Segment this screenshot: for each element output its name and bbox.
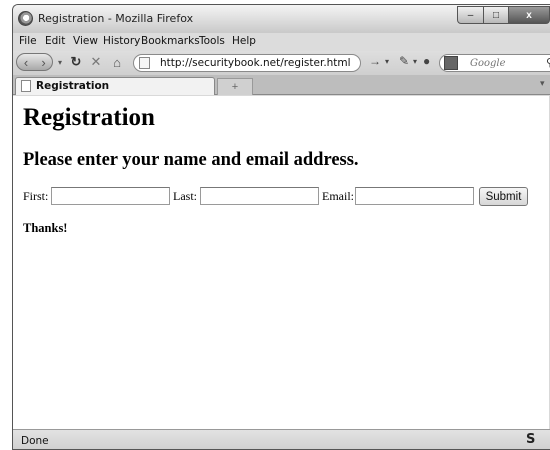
last-name-field[interactable]	[200, 187, 319, 205]
addon-s-icon[interactable]: S	[526, 432, 535, 447]
page-icon	[139, 57, 150, 69]
menu-bar: File Edit View History Bookmarks Tools H…	[13, 33, 550, 51]
email-label: Email:	[322, 189, 354, 203]
menu-tools[interactable]: Tools	[199, 35, 225, 47]
tab-list-dropdown-icon[interactable]: ▾	[540, 78, 545, 89]
tools-dropdown-icon[interactable]: ▾	[413, 57, 417, 66]
window-title: Registration - Mozilla Firefox	[38, 12, 194, 25]
tab-page-icon	[21, 80, 31, 92]
minimize-button[interactable]: –	[457, 6, 484, 24]
url-text[interactable]: http://securitybook.net/register.html	[160, 57, 351, 69]
home-button[interactable]: ⌂	[108, 53, 126, 71]
menu-history[interactable]: History	[103, 35, 140, 47]
forward-arrow-icon: ›	[41, 54, 46, 70]
menu-bookmarks[interactable]: Bookmarks	[141, 35, 200, 47]
menu-edit[interactable]: Edit	[45, 35, 65, 47]
back-arrow-icon: ‹	[23, 54, 29, 70]
chevron-down-icon: ▾	[57, 57, 62, 67]
first-name-label: First:	[23, 189, 49, 203]
menu-help[interactable]: Help	[232, 35, 256, 47]
reload-button[interactable]: ↻	[67, 53, 85, 71]
search-bar[interactable]: ⚲	[439, 54, 550, 72]
tab-label: Registration	[36, 80, 110, 92]
search-icon[interactable]: ⚲	[546, 56, 550, 69]
browser-window: Registration - Mozilla Firefox – □ x Fil…	[12, 4, 550, 450]
menu-file[interactable]: File	[19, 35, 37, 47]
last-name-label: Last:	[173, 189, 197, 203]
forward-button[interactable]: ›	[35, 53, 53, 71]
tab-registration[interactable]: Registration	[15, 77, 215, 95]
reload-icon: ↻	[70, 54, 82, 69]
first-name-field[interactable]	[51, 187, 170, 205]
title-bar: Registration - Mozilla Firefox – □ x	[13, 5, 550, 33]
search-input[interactable]	[470, 56, 540, 70]
home-icon: ⌂	[113, 54, 121, 70]
status-text: Done	[21, 435, 49, 447]
back-button[interactable]: ‹	[16, 53, 36, 71]
new-tab-button[interactable]: +	[217, 78, 253, 95]
go-arrow-icon[interactable]: →	[369, 54, 381, 68]
thanks-message: Thanks!	[23, 221, 68, 235]
tab-strip: Registration + ▾	[13, 75, 550, 95]
tools-wrench-icon[interactable]: ✎	[399, 54, 409, 68]
url-dropdown-icon[interactable]: ▾	[385, 57, 389, 66]
page-subheading: Please enter your name and email address…	[23, 150, 359, 170]
status-bar: Done S	[13, 429, 550, 449]
status-dot-icon[interactable]: ●	[423, 54, 430, 68]
email-field[interactable]	[355, 187, 474, 205]
close-button[interactable]: x	[508, 6, 550, 24]
stop-icon: ✕	[90, 54, 102, 69]
history-dropdown-button[interactable]: ▾	[55, 53, 65, 71]
navigation-toolbar: ‹ › ▾ ↻ ✕ ⌂ http://securitybook.net/regi…	[13, 51, 550, 75]
menu-view[interactable]: View	[73, 35, 98, 47]
url-bar[interactable]: http://securitybook.net/register.html	[133, 54, 361, 72]
search-engine-icon[interactable]	[444, 56, 458, 70]
page-title: Registration	[23, 104, 155, 131]
maximize-button[interactable]: □	[483, 6, 509, 24]
submit-button[interactable]: Submit	[479, 187, 528, 206]
stop-button[interactable]: ✕	[87, 53, 105, 71]
page-content: Registration Please enter your name and …	[13, 96, 549, 429]
firefox-icon	[18, 11, 33, 26]
